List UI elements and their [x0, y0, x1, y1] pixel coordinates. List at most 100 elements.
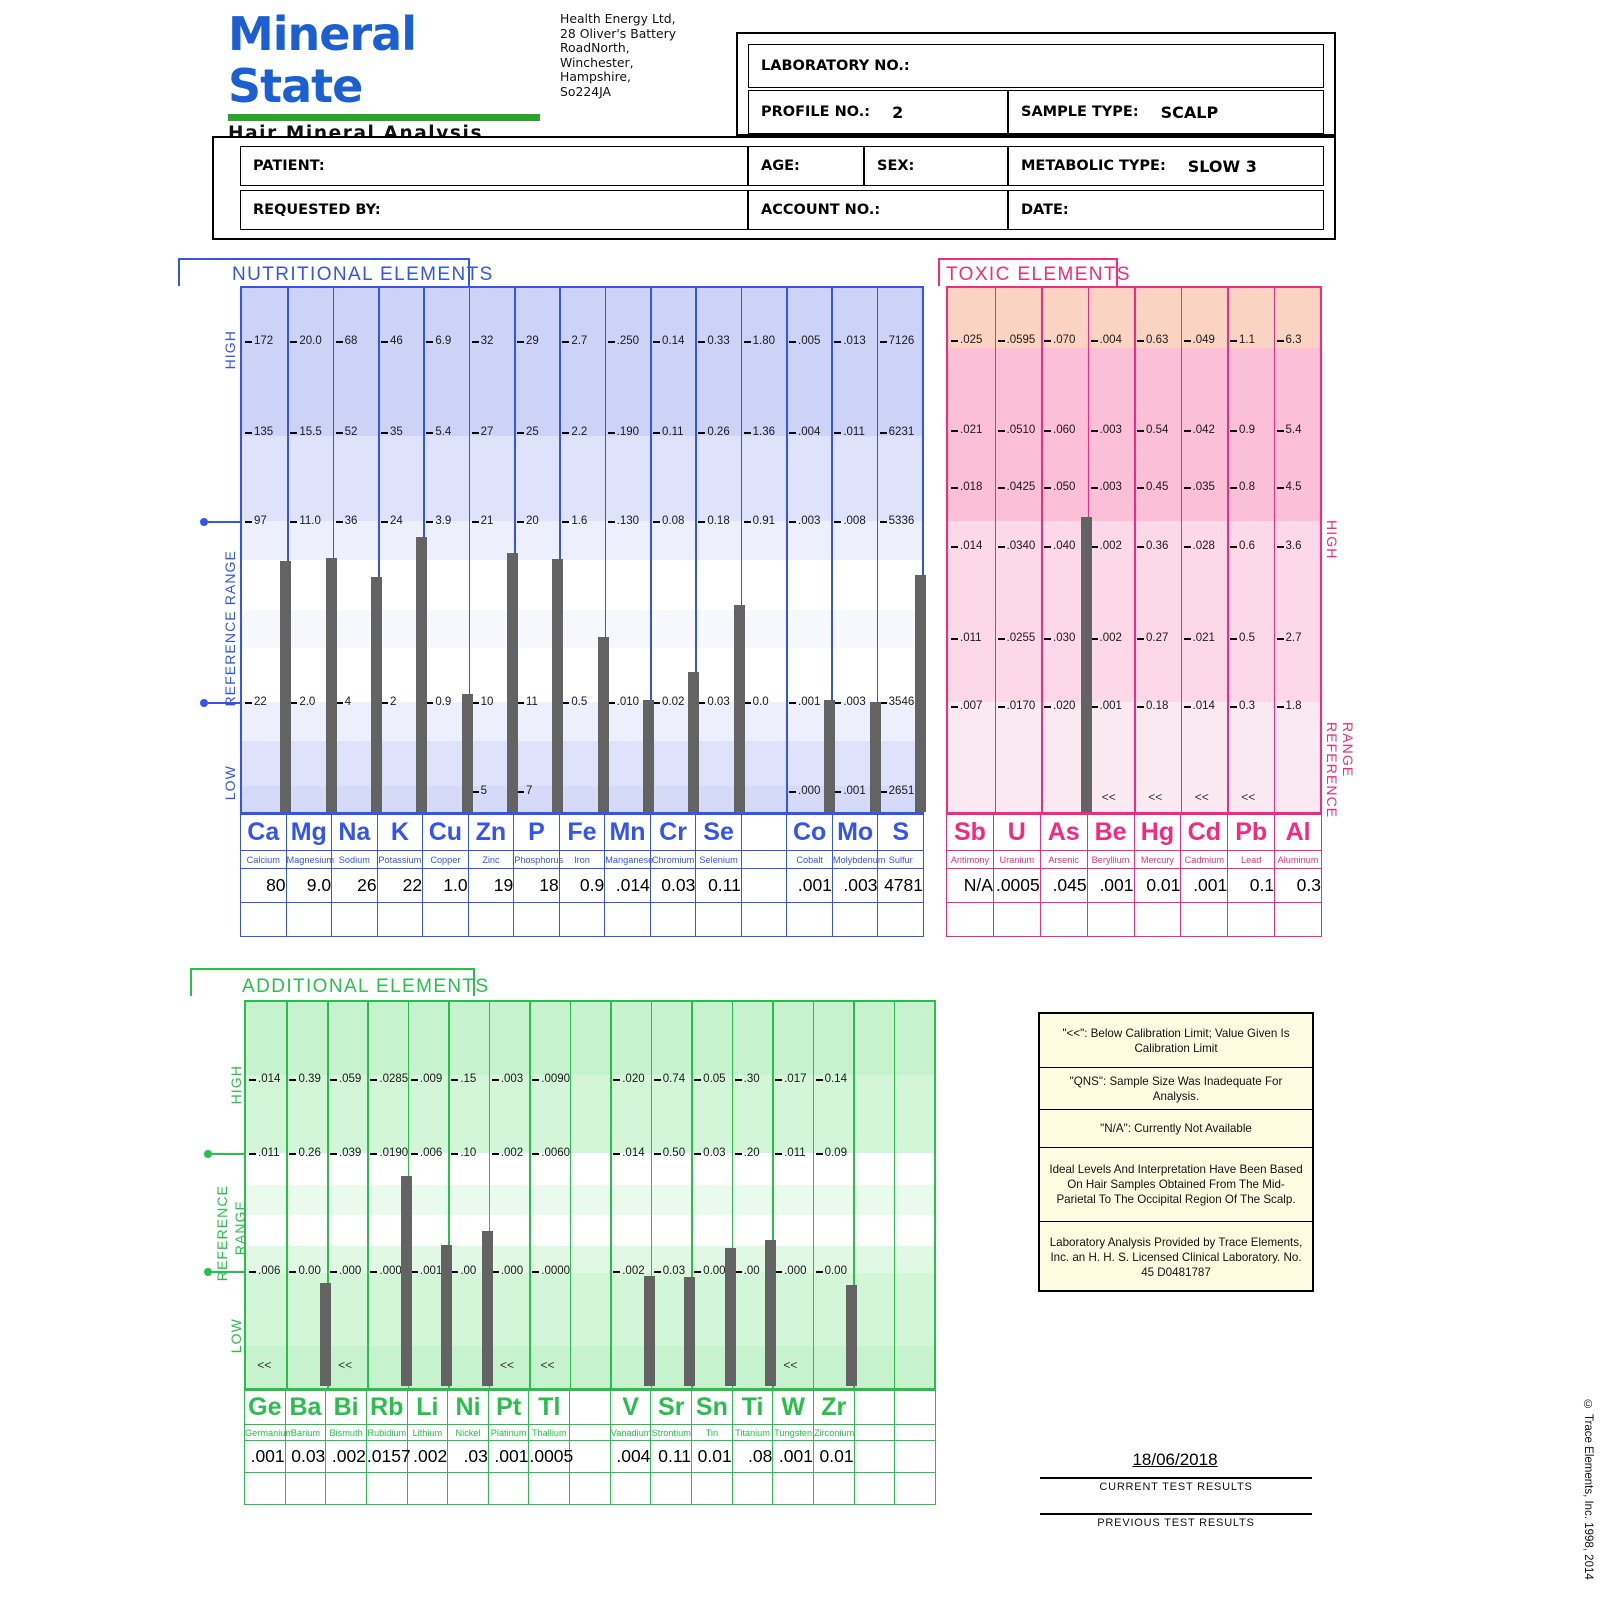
- axis-tick-label: .014: [1192, 700, 1215, 712]
- axis-tick-dash: [743, 341, 751, 343]
- account-no-cell[interactable]: ACCOUNT NO.:: [748, 190, 1008, 230]
- axis-tick-dash: [1276, 546, 1284, 548]
- axis-tick-dash: [290, 521, 298, 523]
- axis-tick-label: 35: [390, 426, 403, 438]
- axis-tick-label: .10: [460, 1147, 477, 1159]
- axis-tick-dash: [381, 341, 388, 343]
- axis-tick-dash: [1090, 430, 1098, 432]
- metabolic-type-cell[interactable]: METABOLIC TYPE: SLOW 3: [1008, 146, 1324, 186]
- axis-tick-dash: [451, 1153, 459, 1155]
- axis-tick-label: .003: [500, 1073, 524, 1085]
- axis-tick-label: 0.14: [662, 335, 685, 347]
- date-cell[interactable]: DATE:: [1008, 190, 1324, 230]
- element-name: Mercury: [1133, 850, 1182, 869]
- table-row: Antimony Uranium Arsenic Beryllium Mercury Ca…: [946, 850, 1322, 869]
- axis-tick-dash: [698, 432, 706, 434]
- axis-tick-label: .010: [616, 696, 640, 708]
- element-value: .001: [1180, 868, 1229, 903]
- axis-tick-dash: [834, 341, 842, 343]
- axis-tick-dash: [997, 546, 1005, 548]
- element-symbol: K: [376, 814, 424, 851]
- legend-note: "<<": Below Calibration Limit; Value Giv…: [1040, 1014, 1312, 1068]
- element-value: 0.3: [1274, 868, 1322, 903]
- age-cell[interactable]: AGE:: [748, 146, 864, 186]
- patient-cell[interactable]: PATIENT:: [240, 146, 748, 186]
- element-value: [569, 1472, 611, 1505]
- element-value: [650, 1472, 693, 1505]
- profile-no-cell[interactable]: PROFILE NO.: 2: [748, 90, 1008, 134]
- axis-tick-label: 0.36: [1146, 540, 1169, 552]
- element-name: Tungsten: [772, 1424, 814, 1441]
- element-name: Titanium: [731, 1424, 774, 1441]
- axis-tick-dash: [562, 521, 570, 523]
- axis-tick-label: 0.54: [1146, 424, 1169, 436]
- axis-tick-label: 22: [254, 696, 267, 708]
- axis-tick-dash: [532, 1153, 540, 1155]
- axis-tick-label: 7126: [888, 335, 915, 347]
- axis-tick-label: 0.50: [662, 1147, 686, 1159]
- axis-tick-dash: [879, 432, 887, 434]
- axis-tick-label: .018: [960, 481, 983, 493]
- below-calibration-marker: <<: [338, 1358, 353, 1372]
- axis-tick-label: 24: [390, 515, 403, 527]
- element-value: 9.0: [285, 868, 333, 903]
- element-symbol: Cr: [649, 814, 697, 851]
- element-symbol: Mo: [831, 814, 879, 851]
- element-name: Lithium: [406, 1424, 449, 1441]
- nutritional-bands: [242, 288, 922, 812]
- axis-tick-dash: [329, 1079, 337, 1081]
- chart-bar: [643, 700, 654, 812]
- element-value: [786, 902, 833, 937]
- axis-tick-label: 6.3: [1285, 334, 1302, 346]
- chart-column-divider: [1041, 288, 1043, 812]
- axis-tick-dash: [734, 1271, 742, 1273]
- sample-type-cell[interactable]: SAMPLE TYPE: SCALP: [1008, 90, 1324, 134]
- chart-column-divider: [1227, 288, 1229, 812]
- axis-tick-label: 36: [344, 515, 358, 527]
- requested-by-cell[interactable]: REQUESTED BY:: [240, 190, 748, 230]
- element-value: [331, 902, 378, 937]
- chart-column-divider: [893, 1002, 896, 1388]
- element-value: [467, 902, 515, 937]
- element-name: Tin: [691, 1424, 733, 1441]
- axis-tick-dash: [834, 521, 842, 523]
- axis-tick-dash: [1090, 706, 1098, 708]
- element-value: .002: [325, 1440, 367, 1473]
- axis-tick-label: 0.18: [1146, 700, 1169, 712]
- axis-tick-dash: [951, 487, 958, 489]
- chart-bar: [724, 1248, 736, 1386]
- axis-tick-dash: [1230, 706, 1237, 708]
- element-value: .001: [786, 868, 833, 903]
- element-value: 18: [513, 868, 560, 903]
- nutritional-panel-title: NUTRITIONAL ELEMENTS: [232, 264, 494, 285]
- element-value: [325, 1472, 367, 1505]
- profile-no-label: PROFILE NO.:: [761, 104, 871, 120]
- axis-tick-label: 7: [526, 785, 533, 797]
- additional-bands: [246, 1002, 934, 1388]
- element-symbol: [894, 1390, 936, 1425]
- element-name: Rubidium: [365, 1424, 408, 1441]
- requested-by-label: REQUESTED BY:: [253, 202, 381, 218]
- axis-tick-label: 32: [480, 335, 494, 347]
- axis-tick-label: .008: [843, 515, 866, 527]
- element-name: Lead: [1227, 850, 1276, 869]
- axis-tick-dash: [1230, 638, 1237, 640]
- element-value: .03: [447, 1440, 489, 1473]
- element-name: Platinum: [487, 1424, 530, 1441]
- sex-cell[interactable]: SEX:: [864, 146, 1008, 186]
- element-value: 0.1: [1227, 868, 1276, 903]
- axis-tick-dash: [1230, 487, 1237, 489]
- axis-tick-label: 15.5: [299, 426, 322, 438]
- axis-tick-dash: [290, 702, 298, 704]
- axis-tick-dash: [1183, 487, 1191, 489]
- element-symbol: Cu: [422, 814, 469, 851]
- laboratory-no-cell[interactable]: LABORATORY NO.:: [748, 44, 1324, 88]
- element-value: 0.9: [558, 868, 606, 903]
- legend-notes-box: "<<": Below Calibration Limit; Value Giv…: [1038, 1012, 1314, 1292]
- axis-tick-label: 5.4: [1285, 424, 1302, 436]
- axis-tick-dash: [562, 702, 570, 704]
- axis-tick-dash: [815, 1079, 823, 1081]
- axis-tick-label: .011: [843, 426, 865, 438]
- table-row: 80 9.0 26 22 1.0 19 18 0.9.014 0.03 0.11 .001.003 4…: [240, 868, 924, 903]
- axis-tick-label: .0255: [1006, 632, 1036, 644]
